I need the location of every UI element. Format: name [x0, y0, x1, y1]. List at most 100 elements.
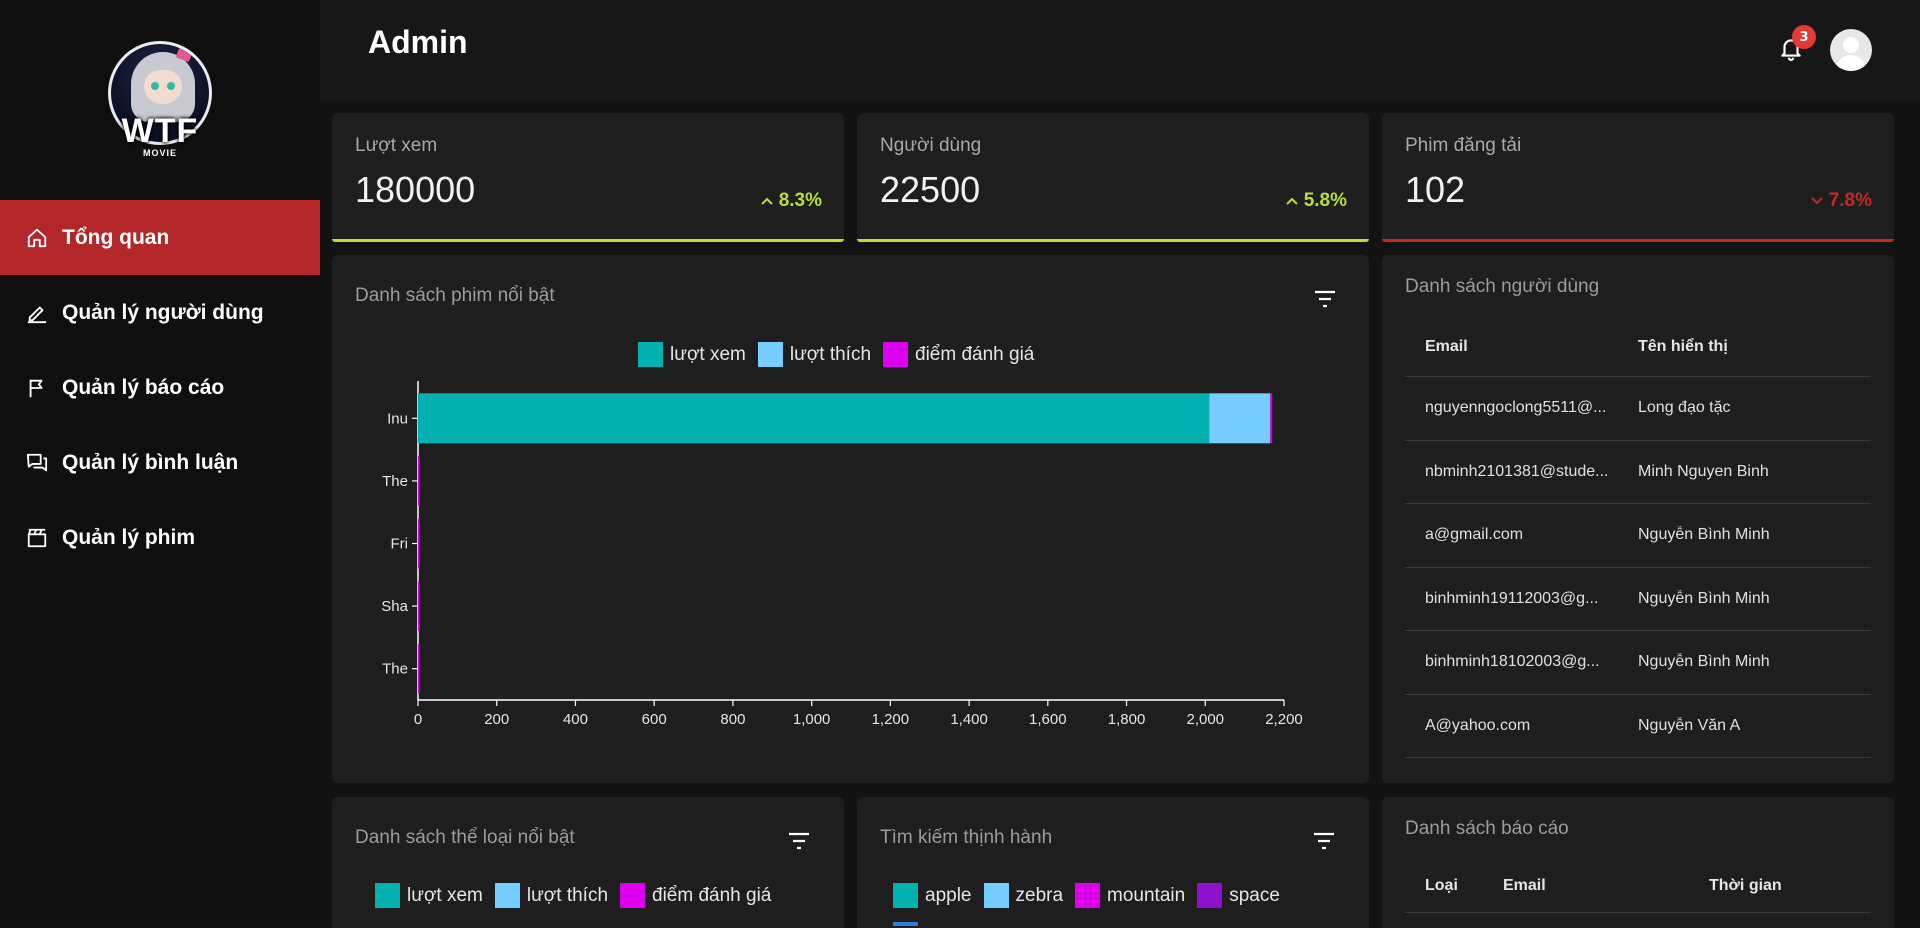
sidebar-item-movies[interactable]: Quản lý phim — [0, 500, 320, 575]
legend-item[interactable]: lượt xem — [375, 883, 483, 908]
chart-bar — [1209, 393, 1271, 444]
edit-icon — [26, 302, 48, 324]
card-title: Danh sách báo cáo — [1405, 818, 1569, 839]
x-tick-label: 1,200 — [872, 711, 910, 728]
user-email: A@yahoo.com — [1425, 716, 1531, 734]
card-title: Danh sách người dùng — [1405, 276, 1600, 297]
legend-label: lượt xem — [407, 884, 483, 906]
x-tick-label: 1,000 — [793, 711, 831, 728]
column-header-time[interactable]: Thời gian — [1709, 877, 1869, 895]
legend-item[interactable]: điểm đánh giá — [620, 883, 771, 908]
sidebar-nav: Tổng quan Quản lý người dùng Quản lý báo… — [0, 200, 320, 575]
stat-change: 5.8% — [1285, 190, 1347, 212]
legend-item[interactable]: space — [1197, 883, 1280, 908]
notification-badge: 3 — [1792, 25, 1816, 49]
table-row[interactable]: binhminh18102003@g... Nguyễn Bình Minh — [1405, 631, 1871, 695]
logo-subtext: MOVIE — [142, 148, 177, 158]
user-email: binhminh19112003@g... — [1425, 589, 1599, 607]
user-email: binhminh18102003@g... — [1425, 653, 1600, 671]
column-header-email[interactable]: Email — [1405, 338, 1638, 356]
user-display-name: Nguyễn Bình Minh — [1638, 526, 1770, 544]
x-tick-label: 200 — [484, 711, 509, 728]
reports-table: Loại Email Thời gian — [1405, 859, 1871, 913]
chart-legend: lượt xem lượt thích điểm đánh giá — [375, 883, 771, 908]
user-display-name: Nguyễn Văn A — [1638, 716, 1741, 734]
sidebar-item-users[interactable]: Quản lý người dùng — [0, 275, 320, 350]
legend-label: mountain — [1107, 884, 1186, 906]
sidebar-item-reports[interactable]: Quản lý báo cáo — [0, 350, 320, 425]
x-tick-label: 400 — [563, 711, 588, 728]
legend-label: apple — [925, 884, 972, 906]
logo-text: WTF — [121, 112, 199, 150]
legend-label: lượt thích — [526, 884, 609, 906]
card-title: Tìm kiếm thịnh hành — [880, 827, 1053, 848]
y-tick-label: The — [382, 661, 408, 678]
x-tick-label: 2,000 — [1186, 711, 1224, 728]
stat-accent-bar — [857, 239, 1369, 242]
sidebar-item-comments[interactable]: Quản lý bình luận — [0, 425, 320, 500]
legend-label: zebra — [1015, 884, 1064, 906]
y-tick-label: Sha — [381, 598, 408, 615]
stat-value: 102 — [1405, 169, 1466, 210]
app-root: WTF MOVIE Tổng quan Quản lý người dùng Q… — [0, 0, 1920, 928]
page-title: Admin — [368, 24, 468, 60]
legend-item[interactable]: apple — [893, 883, 972, 908]
user-display-name: Nguyễn Bình Minh — [1638, 589, 1770, 607]
legend-label: space — [1229, 884, 1280, 906]
stat-change-value: 7.8% — [1828, 190, 1872, 211]
table-row[interactable]: a@gmail.com Nguyễn Bình Minh — [1405, 504, 1871, 568]
legend-swatch — [375, 883, 400, 908]
legend-item[interactable]: lượt thích — [494, 883, 609, 908]
stat-change-value: 8.3% — [778, 190, 822, 211]
table-header: Loại Email Thời gian — [1405, 859, 1871, 913]
user-display-name: Minh Nguyen Binh — [1638, 462, 1769, 480]
column-header-display-name[interactable]: Tên hiển thị — [1638, 338, 1863, 356]
flag-icon — [26, 377, 48, 399]
table-header: Email Tên hiển thị — [1405, 317, 1871, 377]
stat-label: Người dùng — [880, 135, 982, 156]
legend-swatch — [893, 883, 918, 908]
filter-icon[interactable] — [1312, 831, 1336, 851]
table-row[interactable]: A@yahoo.com Nguyễn Văn A — [1405, 695, 1871, 758]
chart-bar — [418, 455, 420, 506]
legend-item[interactable]: mountain — [1075, 883, 1185, 908]
stat-change: 8.3% — [760, 190, 822, 212]
x-tick-label: 1,400 — [950, 711, 988, 728]
column-header-type[interactable]: Loại — [1405, 877, 1503, 895]
sidebar-item-label: Quản lý bình luận — [62, 450, 239, 474]
stat-card-users: Người dùng 22500 5.8% — [857, 113, 1369, 242]
user-display-name: Nguyễn Bình Minh — [1638, 653, 1770, 671]
x-tick-label: 2,200 — [1265, 711, 1303, 728]
logo[interactable]: WTF MOVIE — [105, 38, 215, 160]
y-tick-label: Fri — [391, 536, 409, 553]
sidebar-item-overview[interactable]: Tổng quan — [0, 200, 320, 275]
chart-bar — [418, 581, 420, 632]
stat-card-views: Lượt xem 180000 8.3% — [332, 113, 844, 242]
stat-accent-bar — [1382, 239, 1894, 242]
chart-bar — [418, 518, 420, 569]
user-email: nbminh2101381@stude... — [1425, 462, 1609, 480]
filter-icon[interactable] — [787, 831, 811, 851]
legend-swatch — [620, 883, 646, 908]
stat-value: 180000 — [355, 169, 476, 210]
stat-change: 7.8% — [1810, 190, 1872, 212]
x-tick-label: 600 — [642, 711, 667, 728]
stat-change-value: 5.8% — [1303, 190, 1347, 211]
reports-card: Danh sách báo cáo Loại Email Thời gian — [1382, 797, 1894, 928]
chat-icon — [26, 452, 48, 474]
column-header-email[interactable]: Email — [1503, 877, 1709, 895]
table-row[interactable]: nguyenngoclong5511@... Long đạo tặc — [1405, 377, 1871, 441]
stat-card-uploads: Phim đăng tải 102 7.8% — [1382, 113, 1894, 242]
user-avatar[interactable] — [1830, 29, 1872, 71]
legend-item[interactable]: zebra — [983, 883, 1064, 908]
chart-bar — [1270, 393, 1273, 444]
sidebar-item-label: Quản lý phim — [62, 525, 196, 549]
sidebar-item-label: Quản lý người dùng — [62, 300, 264, 324]
chart-legend: apple zebra mountain space — [893, 883, 1280, 908]
sidebar-item-label: Quản lý báo cáo — [62, 375, 225, 399]
chart-bar — [418, 393, 1210, 444]
card-title: Danh sách thể loại nổi bật — [355, 827, 575, 848]
trending-search-card: Tìm kiếm thịnh hành apple zebra mountain… — [857, 797, 1369, 928]
table-row[interactable]: binhminh19112003@g... Nguyễn Bình Minh — [1405, 568, 1871, 631]
table-row[interactable]: nbminh2101381@stude... Minh Nguyen Binh — [1405, 441, 1871, 504]
